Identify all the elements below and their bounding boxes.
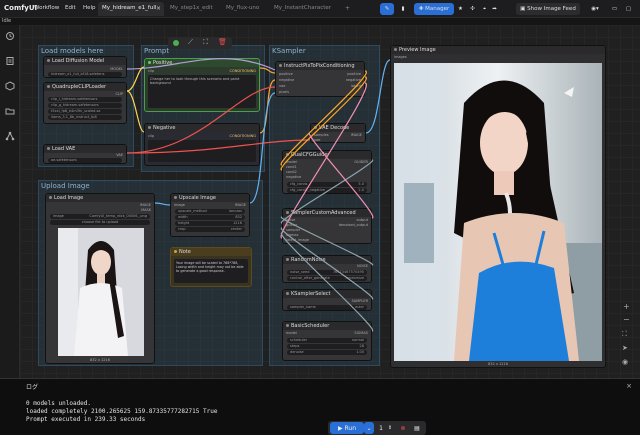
folder-icon[interactable] [5, 106, 15, 116]
stepper-icon[interactable]: ⇕ [386, 422, 394, 434]
run-label: Run [344, 424, 357, 432]
new-tab-icon[interactable]: + [345, 5, 350, 12]
star-icon[interactable]: ★ [456, 3, 465, 15]
pen-icon[interactable]: ✎ [380, 3, 394, 15]
left-sidebar [0, 25, 20, 424]
fit-view-icon[interactable]: ⛶ [622, 330, 627, 339]
status-bar: Idle [0, 18, 640, 25]
cancel-icon[interactable]: ⊗ [398, 422, 408, 434]
tab-hidream[interactable]: My_hidream_e1_full [98, 2, 164, 16]
log-title: ログ [26, 384, 39, 391]
show-image-feed-button[interactable]: ▣ Show Image Feed [516, 3, 580, 15]
tab-label: My_step1x_edit [170, 5, 213, 11]
cube-icon[interactable] [5, 81, 15, 91]
queue-icon[interactable]: ▤ [412, 422, 422, 434]
close-icon[interactable]: × [624, 382, 634, 392]
manager-button[interactable]: ✚ Manager [414, 3, 454, 15]
pointer-icon[interactable]: ➤ [622, 344, 628, 352]
connection-wires [126, 58, 391, 332]
batch-count-input[interactable]: 1 [376, 422, 386, 434]
tab-label: My_InstantCharacter [274, 5, 332, 11]
batch-count-value: 1 [379, 424, 383, 432]
queue-icon[interactable] [5, 56, 15, 66]
tab-flux-uno[interactable]: My_flux-uno [222, 2, 270, 16]
share-icon[interactable]: ➦ [490, 3, 499, 15]
history-icon[interactable] [5, 31, 15, 41]
tab-label: My_flux-uno [226, 5, 260, 11]
eye-icon[interactable]: ◉ [622, 358, 628, 366]
run-toolbar: ▶ Run ⌄ 1 ⇕ ⊗ ▤ [328, 421, 426, 435]
puzzle-icon[interactable]: ✣ [468, 3, 477, 15]
pin-icon[interactable]: ⌖ [480, 3, 489, 15]
tab-instantcharacter[interactable]: My_InstantCharacter [270, 2, 340, 16]
puzzle-icon: ✚ [418, 6, 424, 12]
menu-help[interactable]: Help [83, 5, 96, 11]
manager-label: Manager [425, 6, 450, 12]
log-line: 0 models unloaded. [26, 400, 92, 407]
log-line: loaded completely 2100.265625 159.873357… [26, 408, 218, 415]
node-canvas[interactable]: Load models here Prompt KSampler Upload … [20, 25, 640, 378]
play-icon: ▶ [337, 424, 343, 432]
zoom-in-icon[interactable]: + [623, 302, 630, 311]
tab-label: My_hidream_e1_full [102, 5, 157, 11]
image-icon: ▣ [520, 6, 526, 12]
bookmark-icon[interactable]: ▮ [398, 3, 408, 15]
menu-workflow[interactable]: Workflow [34, 5, 59, 11]
nodes-icon[interactable] [5, 131, 15, 141]
status-text: Idle [2, 18, 12, 24]
run-mode-dropdown[interactable]: ⌄ [364, 422, 374, 434]
top-bar: ComfyUI Workflow Edit Help My_hidream_e1… [0, 0, 640, 18]
log-line: Prompt executed in 239.33 seconds [26, 416, 146, 423]
show-feed-label: Show Image Feed [527, 6, 576, 12]
panel-icon[interactable]: ▭ [610, 3, 619, 15]
fullscreen-icon[interactable]: ▢ [624, 3, 633, 15]
run-button[interactable]: ▶ Run [330, 422, 364, 434]
app-logo: ComfyUI [4, 4, 38, 12]
log-panel: ログ × 0 models unloaded. loaded completel… [0, 378, 640, 435]
menu-edit[interactable]: Edit [65, 5, 76, 11]
tab-step1x[interactable]: My_step1x_edit [166, 2, 222, 16]
canvas-controls: + − ⛶ ➤ ◉ [620, 302, 634, 372]
chevron-down-icon: ⌄ [366, 424, 372, 432]
close-icon[interactable]: × [156, 5, 161, 12]
user-icon[interactable]: ◉▾ [588, 3, 602, 15]
zoom-out-icon[interactable]: − [623, 315, 630, 324]
